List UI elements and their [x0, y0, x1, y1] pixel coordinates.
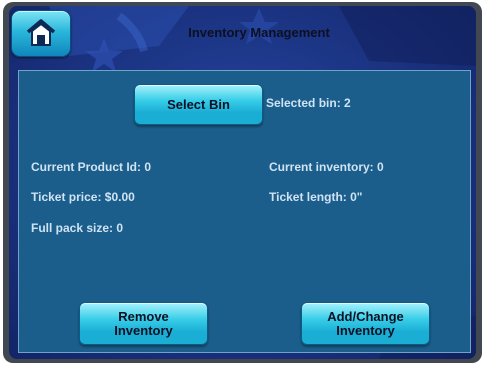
home-icon	[26, 19, 56, 46]
remove-inventory-label-line2: Inventory	[114, 322, 173, 338]
add-change-inventory-button[interactable]: Add/Change Inventory	[301, 302, 430, 345]
screen: Inventory Management Select Bin Selected…	[9, 6, 476, 359]
remove-inventory-label-line1: Remove	[118, 308, 169, 324]
select-bin-label: Select Bin	[167, 96, 230, 112]
page-title: Inventory Management	[188, 25, 330, 40]
inventory-panel: Select Bin Selected bin: 2 Current Produ…	[18, 70, 471, 353]
select-bin-button[interactable]: Select Bin	[134, 84, 263, 125]
ticket-length: Ticket length: 0"	[269, 190, 363, 204]
ticket-price: Ticket price: $0.00	[31, 190, 135, 204]
add-change-inventory-label-line2: Inventory	[336, 322, 395, 338]
current-inventory: Current inventory: 0	[269, 160, 384, 174]
selected-bin-text: Selected bin: 2	[266, 96, 351, 110]
full-pack-size: Full pack size: 0	[31, 221, 124, 235]
home-button[interactable]	[11, 10, 71, 57]
add-change-inventory-label-line1: Add/Change	[327, 308, 404, 324]
device-frame: Inventory Management Select Bin Selected…	[3, 2, 482, 363]
remove-inventory-button[interactable]: Remove Inventory	[79, 302, 208, 345]
current-product-id: Current Product Id: 0	[31, 160, 152, 174]
